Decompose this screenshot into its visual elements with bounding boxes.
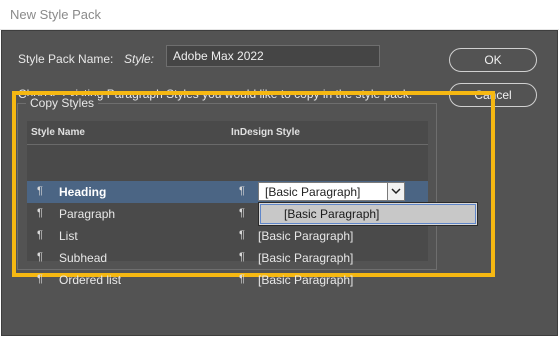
- style-pack-name-input[interactable]: Adobe Max 2022: [166, 45, 380, 67]
- style-name: Subhead: [59, 251, 108, 265]
- table-row-ordered-list[interactable]: ¶ Ordered list ¶ [Basic Paragraph]: [27, 269, 428, 291]
- style-pack-name-label: Style Pack Name:: [18, 52, 114, 66]
- style-name: Ordered list: [59, 273, 122, 287]
- style-name: Paragraph: [59, 207, 116, 221]
- select-value: [Basic Paragraph]: [265, 185, 361, 199]
- copy-styles-legend: Copy Styles: [26, 96, 99, 110]
- table-row-list[interactable]: ¶ List ¶ [Basic Paragraph]: [27, 225, 428, 247]
- indesign-style-value: [Basic Paragraph]: [258, 251, 354, 265]
- pilcrow-icon: ¶: [239, 251, 245, 263]
- title-bar: New Style Pack: [0, 0, 559, 30]
- style-dropdown-menu: [Basic Paragraph]: [258, 202, 478, 226]
- dropdown-option-basic-paragraph[interactable]: [Basic Paragraph]: [260, 204, 476, 224]
- pilcrow-icon: ¶: [37, 207, 43, 219]
- dropdown-option-label: [Basic Paragraph]: [284, 207, 380, 221]
- window-title: New Style Pack: [10, 7, 102, 22]
- indesign-style-select[interactable]: [Basic Paragraph]: [258, 182, 404, 201]
- table-row-subhead[interactable]: ¶ Subhead ¶ [Basic Paragraph]: [27, 247, 428, 269]
- pilcrow-icon: ¶: [37, 273, 43, 285]
- pilcrow-icon: ¶: [239, 185, 245, 197]
- ok-button[interactable]: OK: [449, 48, 537, 72]
- pilcrow-icon: ¶: [37, 229, 43, 241]
- style-name: Heading: [59, 185, 107, 199]
- table-row-heading[interactable]: ¶ Heading ¶ [Basic Paragraph]: [27, 181, 428, 203]
- pilcrow-icon: ¶: [37, 185, 43, 197]
- style-name: List: [59, 229, 78, 243]
- pilcrow-icon: ¶: [239, 229, 245, 241]
- style-label: Style:: [124, 52, 155, 66]
- indesign-style-value: [Basic Paragraph]: [258, 229, 354, 243]
- pilcrow-icon: ¶: [239, 273, 245, 285]
- pilcrow-icon: ¶: [37, 251, 43, 263]
- chevron-down-icon[interactable]: [387, 182, 405, 201]
- pilcrow-icon: ¶: [239, 207, 245, 219]
- column-header-style-name: Style Name: [31, 127, 85, 138]
- column-header-indesign-style: InDesign Style: [231, 127, 300, 138]
- indesign-style-value: [Basic Paragraph]: [258, 273, 354, 287]
- header-divider: [27, 144, 428, 145]
